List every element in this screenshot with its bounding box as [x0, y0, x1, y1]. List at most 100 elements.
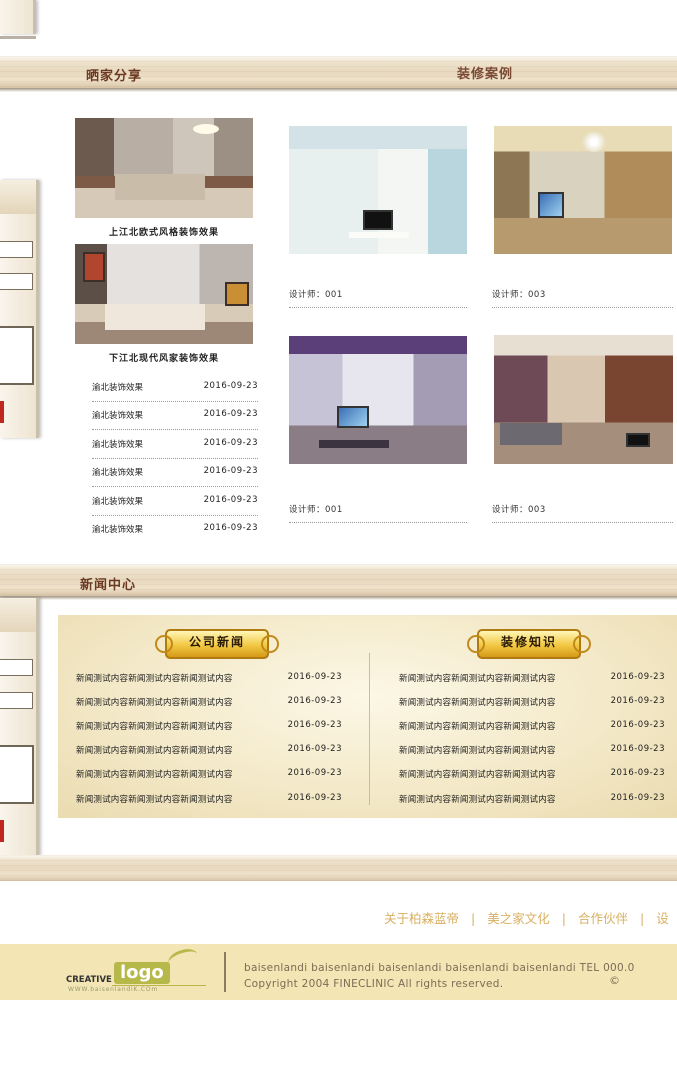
footer-links: 关于柏森蓝帝 | 美之家文化 | 合作伙伴 | 设: [384, 908, 669, 927]
left-sidebar-panel: [0, 180, 39, 438]
top-left-panel-fragment: [0, 0, 36, 34]
footer-link-culture[interactable]: 美之家文化: [487, 911, 550, 926]
knowledge-heading[interactable]: 装修知识: [467, 629, 591, 659]
case-designer: 设计师：001: [289, 290, 343, 300]
news-item[interactable]: 新闻测试内容新闻测试内容新闻测试内容 2016-09-23: [76, 666, 342, 690]
list-item-title[interactable]: 渝北装饰效果: [92, 438, 143, 450]
footer-separator: |: [639, 911, 645, 926]
sofa-shape: [500, 423, 562, 445]
company-news-heading[interactable]: 公司新闻: [155, 629, 279, 659]
news-item-title[interactable]: 新闻测试内容新闻测试内容新闻测试内容: [399, 720, 556, 732]
copyright-symbol: ©: [609, 974, 621, 987]
news-item[interactable]: 新闻测试内容新闻测试内容新闻测试内容 2016-09-23: [76, 787, 342, 811]
news-item[interactable]: 新闻测试内容新闻测试内容新闻测试内容 2016-09-23: [76, 690, 342, 714]
news-item[interactable]: 新闻测试内容新闻测试内容新闻测试内容 2016-09-23: [399, 762, 665, 786]
list-item[interactable]: 渝北装饰效果 2016-09-23: [92, 430, 258, 459]
left-submit-button[interactable]: [0, 820, 4, 842]
news-item-title[interactable]: 新闻测试内容新闻测试内容新闻测试内容: [399, 768, 556, 780]
news-item-date: 2016-09-23: [287, 672, 342, 682]
share-photo-bedroom-2[interactable]: [75, 244, 253, 344]
tv-shape: [626, 433, 650, 447]
footer-line2: Copyright 2004 FINECLINIC All rights res…: [244, 978, 504, 990]
news-item-title[interactable]: 新闻测试内容新闻测试内容新闻测试内容: [76, 672, 233, 684]
section-bar-shadow: [0, 596, 677, 600]
footer-link-more[interactable]: 设: [656, 911, 669, 926]
footer-line1: baisenlandi baisenlandi baisenlandi bais…: [244, 962, 635, 974]
case-photo-4[interactable]: [494, 335, 673, 464]
news-item[interactable]: 新闻测试内容新闻测试内容新闻测试内容 2016-09-23: [76, 714, 342, 738]
news-item-title[interactable]: 新闻测试内容新闻测试内容新闻测试内容: [76, 793, 233, 805]
news-item[interactable]: 新闻测试内容新闻测试内容新闻测试内容 2016-09-23: [399, 714, 665, 738]
news-item-date: 2016-09-23: [287, 793, 342, 803]
news-item-date: 2016-09-23: [287, 768, 342, 778]
case-photo-3[interactable]: [289, 336, 467, 464]
news-item-date: 2016-09-23: [610, 793, 665, 803]
list-item-date: 2016-09-23: [203, 495, 258, 505]
news-item-title[interactable]: 新闻测试内容新闻测试内容新闻测试内容: [399, 696, 556, 708]
list-item-date: 2016-09-23: [203, 438, 258, 448]
list-item-date: 2016-09-23: [203, 409, 258, 419]
left-input-field[interactable]: [0, 273, 33, 290]
news-item[interactable]: 新闻测试内容新闻测试内容新闻测试内容 2016-09-23: [76, 738, 342, 762]
case-photo-2[interactable]: [494, 126, 672, 254]
footer-bar: CREATIVE logo WWW.baisenlandiK.COm baise…: [0, 944, 677, 1000]
left-textarea[interactable]: [0, 326, 34, 385]
bottom-wood-bar: [0, 855, 677, 881]
news-item[interactable]: 新闻测试内容新闻测试内容新闻测试内容 2016-09-23: [76, 762, 342, 786]
news-item-date: 2016-09-23: [287, 720, 342, 730]
news-item-title[interactable]: 新闻测试内容新闻测试内容新闻测试内容: [399, 744, 556, 756]
list-item-title[interactable]: 渝北装饰效果: [92, 495, 143, 507]
news-item[interactable]: 新闻测试内容新闻测试内容新闻测试内容 2016-09-23: [399, 787, 665, 811]
left-sidebar-panel: [0, 598, 39, 856]
footer-separator: |: [561, 911, 566, 926]
list-item-title[interactable]: 渝北装饰效果: [92, 381, 143, 393]
list-item[interactable]: 渝北装饰效果 2016-09-23: [92, 458, 258, 487]
left-panel-header: [0, 180, 36, 214]
left-textarea[interactable]: [0, 745, 34, 804]
news-item[interactable]: 新闻测试内容新闻测试内容新闻测试内容 2016-09-23: [399, 738, 665, 762]
tv-shape: [337, 406, 369, 428]
case-photo-1[interactable]: [289, 126, 467, 254]
list-item[interactable]: 渝北装饰效果 2016-09-23: [92, 515, 258, 543]
news-item-title[interactable]: 新闻测试内容新闻测试内容新闻测试内容: [76, 696, 233, 708]
footer-link-about[interactable]: 关于柏森蓝帝: [384, 911, 459, 926]
left-input-field[interactable]: [0, 659, 33, 676]
news-item-title[interactable]: 新闻测试内容新闻测试内容新闻测试内容: [76, 744, 233, 756]
case-designer: 设计师：003: [492, 505, 546, 515]
footer-separator: |: [471, 911, 476, 926]
list-item-title[interactable]: 渝北装饰效果: [92, 466, 143, 478]
list-item-title[interactable]: 渝北装饰效果: [92, 523, 143, 535]
news-item-title[interactable]: 新闻测试内容新闻测试内容新闻测试内容: [76, 720, 233, 732]
left-input-field[interactable]: [0, 241, 33, 258]
list-item[interactable]: 渝北装饰效果 2016-09-23: [92, 373, 258, 402]
divider: [492, 522, 673, 523]
list-item-title[interactable]: 渝北装饰效果: [92, 409, 143, 421]
news-section-title: 新闻中心: [80, 578, 137, 593]
news-item-title[interactable]: 新闻测试内容新闻测试内容新闻测试内容: [76, 768, 233, 780]
share-photo-bedroom-1[interactable]: [75, 118, 253, 218]
list-item-date: 2016-09-23: [203, 466, 258, 476]
top-divider-shadow: [0, 36, 36, 39]
logo-url: WWW.baisenlandiK.COm: [68, 986, 159, 993]
left-submit-button[interactable]: [0, 401, 4, 423]
wall-painting: [83, 252, 105, 282]
list-item-date: 2016-09-23: [203, 381, 258, 391]
share-caption[interactable]: 上江北欧式风格装饰效果: [75, 225, 253, 238]
share-caption[interactable]: 下江北现代风家装饰效果: [75, 351, 253, 364]
news-item[interactable]: 新闻测试内容新闻测试内容新闻测试内容 2016-09-23: [399, 666, 665, 690]
news-item-date: 2016-09-23: [287, 744, 342, 754]
tv-cabinet: [319, 440, 389, 448]
news-item[interactable]: 新闻测试内容新闻测试内容新闻测试内容 2016-09-23: [399, 690, 665, 714]
news-item-title[interactable]: 新闻测试内容新闻测试内容新闻测试内容: [399, 672, 556, 684]
list-item[interactable]: 渝北装饰效果 2016-09-23: [92, 487, 258, 516]
news-item-date: 2016-09-23: [287, 696, 342, 706]
news-item-title[interactable]: 新闻测试内容新闻测试内容新闻测试内容: [399, 793, 556, 805]
logo-creative-text: CREATIVE: [66, 975, 112, 985]
footer-logo[interactable]: CREATIVE logo WWW.baisenlandiK.COm: [66, 945, 216, 994]
footer-link-partners[interactable]: 合作伙伴: [578, 911, 628, 926]
news-item-date: 2016-09-23: [610, 672, 665, 682]
wall-painting: [225, 282, 249, 306]
list-item[interactable]: 渝北装饰效果 2016-09-23: [92, 401, 258, 430]
left-input-field[interactable]: [0, 692, 33, 709]
news-item-date: 2016-09-23: [610, 768, 665, 778]
